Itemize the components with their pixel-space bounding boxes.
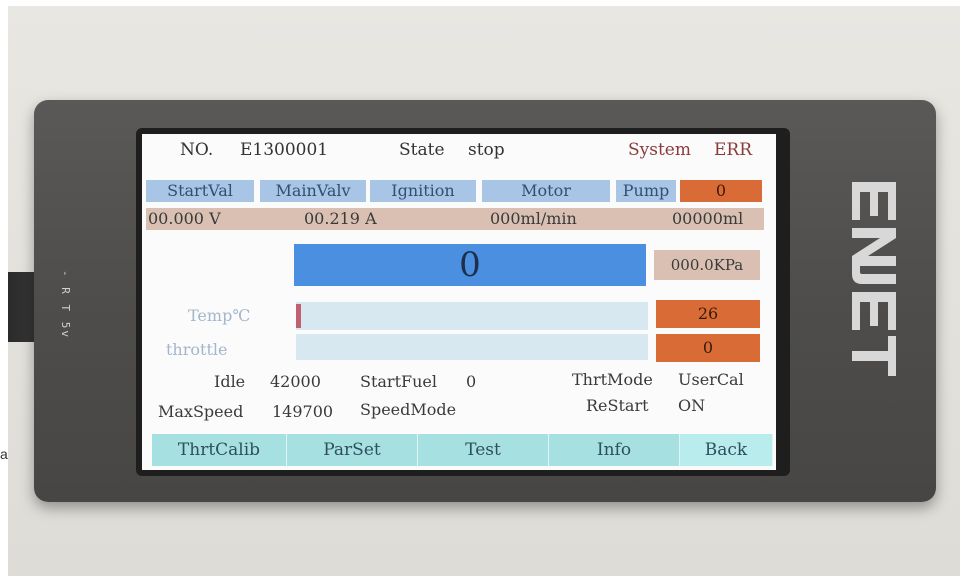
flow-reading: 000ml/min [490, 209, 577, 228]
voltage-reading: 00.000 V [148, 209, 221, 228]
side-label: - R T 5v [59, 270, 72, 339]
speedmode-label: SpeedMode [360, 400, 457, 419]
startfuel-label: StartFuel [360, 372, 437, 391]
throttle-gauge [296, 334, 648, 360]
thrtmode-value: UserCal [678, 370, 744, 389]
maxspeed-value: 149700 [272, 402, 334, 421]
startval-indicator: StartVal [146, 180, 254, 202]
logo-stroke-j [852, 266, 896, 284]
logo-stroke-n [852, 228, 896, 266]
temp-label: Temp℃ [188, 306, 251, 325]
idle-value: 42000 [270, 372, 321, 391]
tab-test[interactable]: Test [418, 434, 549, 466]
brand-logo [852, 182, 896, 376]
restart-label: ReStart [586, 396, 649, 415]
lcd-screen: NO. E1300001 State stop System ERR Start… [142, 134, 776, 470]
pressure-readout: 000.0KPa [654, 250, 760, 280]
motor-indicator: Motor [482, 180, 610, 202]
ignition-indicator: Ignition [370, 180, 476, 202]
state-value: stop [468, 140, 505, 160]
idle-label: Idle [214, 372, 246, 391]
current-reading: 00.219 A [304, 209, 377, 228]
tab-info[interactable]: Info [549, 434, 680, 466]
system-status: ERR [714, 140, 753, 160]
throttle-value: 0 [656, 334, 760, 362]
temp-gauge [296, 302, 648, 330]
rpm-display: 0 [294, 244, 646, 286]
logo-stroke-e [852, 182, 896, 220]
tab-thrtcalib[interactable]: ThrtCalib [152, 434, 287, 466]
system-label: System [628, 140, 691, 160]
stray-letter: a [0, 446, 8, 462]
logo-stroke-e2 [852, 292, 896, 330]
pump-indicator: Pump [616, 180, 676, 202]
throttle-label: throttle [166, 340, 228, 359]
maxspeed-label: MaxSpeed [158, 402, 244, 421]
pump-value: 0 [680, 180, 762, 202]
thrtmode-label: ThrtMode [572, 370, 653, 389]
back-button[interactable]: Back [680, 434, 773, 466]
serial-number: E1300001 [240, 140, 329, 160]
volume-reading: 00000ml [672, 209, 744, 228]
serial-label: NO. [180, 140, 214, 160]
tab-parset[interactable]: ParSet [287, 434, 418, 466]
temp-value: 26 [656, 300, 760, 328]
mainvalv-indicator: MainValv [260, 180, 366, 202]
state-label: State [399, 140, 445, 160]
logo-stroke-t [852, 336, 896, 376]
startfuel-value: 0 [466, 372, 477, 391]
restart-value: ON [678, 396, 706, 415]
temp-gauge-fill [296, 304, 301, 328]
